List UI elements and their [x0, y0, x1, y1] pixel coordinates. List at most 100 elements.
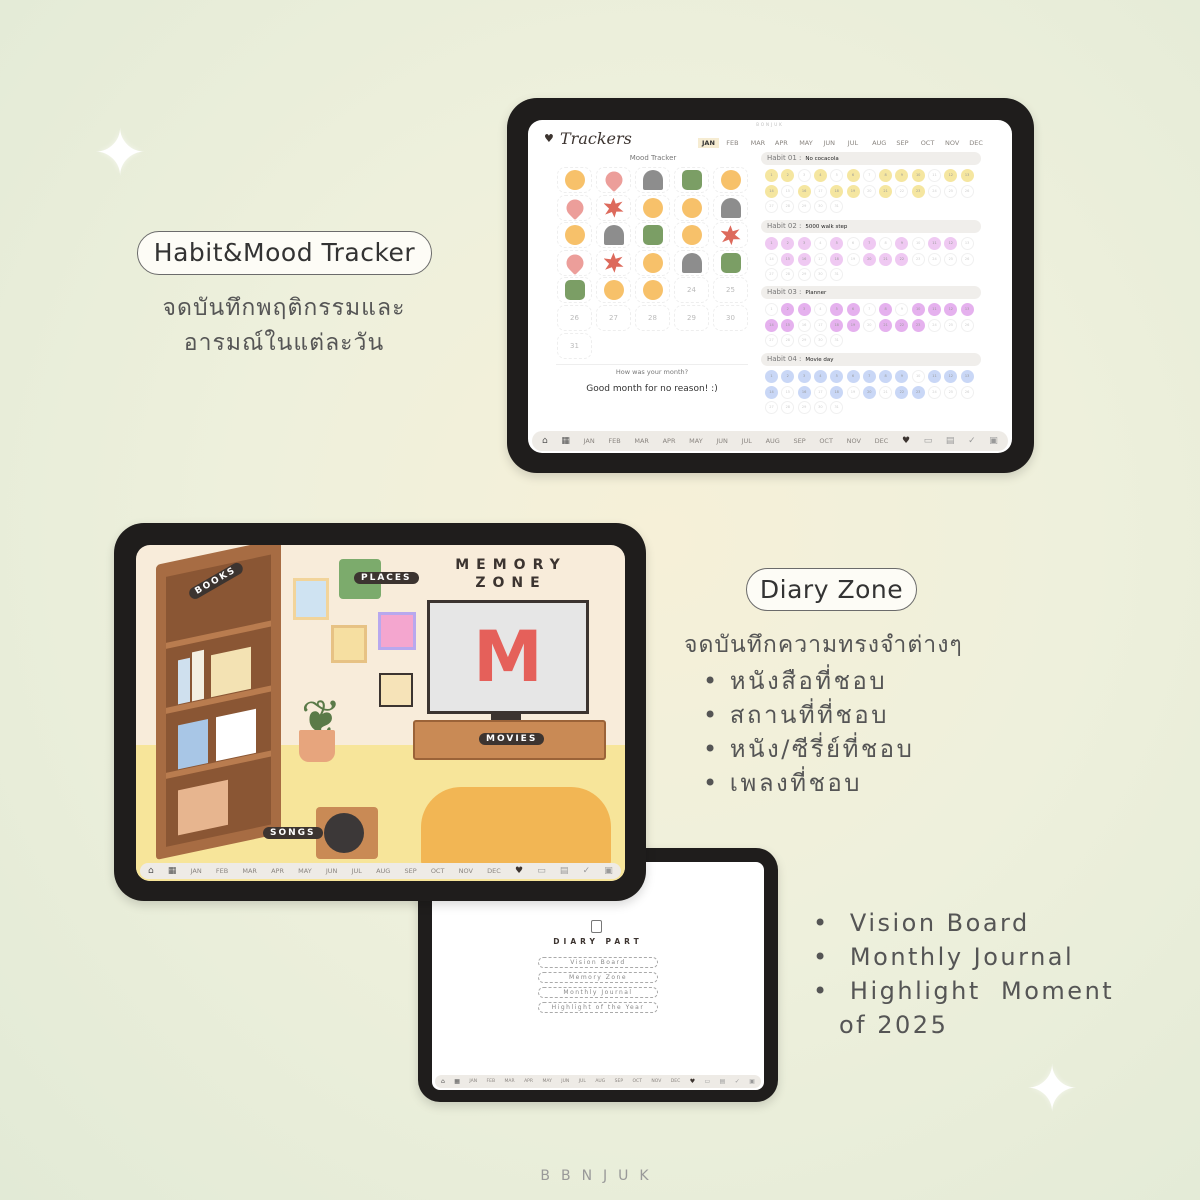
habit-1-day-15[interactable]: 15 — [781, 184, 795, 198]
habit-2-day-12[interactable]: 12 — [944, 237, 958, 250]
habit-2-day-6[interactable]: 6 — [846, 237, 860, 250]
habit-4-day-16[interactable]: 16 — [797, 385, 811, 399]
habit-4-day-24[interactable]: 24 — [928, 385, 941, 399]
habit-2-day-17[interactable]: 17 — [813, 252, 827, 266]
habit-4-day-26[interactable]: 26 — [960, 385, 974, 399]
nav-month-jun[interactable]: JUN — [326, 867, 338, 875]
record-player[interactable] — [316, 807, 378, 859]
habit-2-day-15[interactable]: 15 — [781, 252, 795, 266]
habit-3-day-13[interactable]: 13 — [960, 303, 974, 316]
habit-1-day-20[interactable]: 20 — [862, 184, 876, 198]
habit-3-day-22[interactable]: 22 — [895, 318, 909, 332]
notebook-icon[interactable]: ▣ — [749, 1078, 755, 1085]
heart-icon[interactable]: ♥ — [690, 1078, 695, 1085]
habit-4-day-11[interactable]: 11 — [928, 370, 941, 383]
mood-day-13[interactable] — [635, 222, 670, 249]
nav-month-nov[interactable]: NOV — [651, 1079, 661, 1084]
habit-4-day-6[interactable]: 6 — [846, 370, 860, 383]
songs-label[interactable]: SONGS — [263, 827, 323, 839]
list-icon[interactable]: ▤ — [560, 866, 569, 876]
habit-3-day-30[interactable]: 30 — [813, 334, 827, 347]
nav-month-may[interactable]: MAY — [689, 437, 703, 445]
habit-2-day-16[interactable]: 16 — [797, 252, 811, 266]
habit-1-day-23[interactable]: 23 — [911, 184, 925, 198]
habit-1-day-14[interactable]: 14 — [765, 184, 778, 198]
habit-4-day-28[interactable]: 28 — [781, 401, 795, 414]
nav-month-oct[interactable]: OCT — [633, 1079, 642, 1084]
habit-3-day-7[interactable]: 7 — [862, 303, 876, 316]
habit-4-day-27[interactable]: 27 — [765, 401, 778, 414]
habit-name[interactable]: 5000 walk step — [805, 224, 847, 230]
highlight-of-the-year-button[interactable]: Highlight of the Year — [538, 1002, 658, 1013]
habit-1-day-19[interactable]: 19 — [846, 184, 860, 198]
nav-month-feb[interactable]: FEB — [608, 437, 620, 445]
habit-4-day-3[interactable]: 3 — [797, 370, 811, 383]
mood-day-11[interactable] — [557, 222, 592, 249]
habit-4-day-1[interactable]: 1 — [765, 370, 778, 383]
nav-month-may[interactable]: MAY — [542, 1079, 551, 1084]
notebook-icon[interactable]: ▣ — [989, 436, 998, 446]
home-icon[interactable]: ⌂ — [542, 436, 548, 446]
nav-month-jul[interactable]: JUL — [352, 867, 362, 875]
habit-1-day-18[interactable]: 18 — [830, 184, 844, 198]
month-tab-dec[interactable]: DEC — [965, 138, 987, 148]
habit-1-day-9[interactable]: 9 — [895, 169, 909, 182]
habit-1-day-13[interactable]: 13 — [960, 169, 974, 182]
habit-3-day-17[interactable]: 17 — [813, 318, 827, 332]
habit-2-day-14[interactable]: 14 — [765, 252, 778, 266]
calendar-icon[interactable]: ▦ — [561, 436, 570, 446]
heart-icon[interactable]: ♥ — [902, 436, 910, 446]
check-icon[interactable]: ✓ — [735, 1078, 740, 1085]
habit-1-day-21[interactable]: 21 — [879, 184, 893, 198]
habit-2-day-7[interactable]: 7 — [862, 237, 876, 250]
habit-3-day-12[interactable]: 12 — [944, 303, 958, 316]
mood-day-20[interactable] — [713, 249, 748, 276]
habit-2-day-24[interactable]: 24 — [928, 252, 941, 266]
monthly-journal-button[interactable]: Monthly Journal — [538, 987, 658, 998]
habit-3-day-23[interactable]: 23 — [911, 318, 925, 332]
habit-2-day-22[interactable]: 22 — [895, 252, 909, 266]
habit-2-day-5[interactable]: 5 — [830, 237, 844, 250]
habit-1-day-4[interactable]: 4 — [813, 169, 827, 182]
month-tab-sep[interactable]: SEP — [892, 138, 912, 148]
mood-day-9[interactable] — [674, 194, 709, 221]
habit-3-day-19[interactable]: 19 — [846, 318, 860, 332]
nav-month-apr[interactable]: APR — [663, 437, 676, 445]
mood-day-3[interactable] — [635, 167, 670, 193]
nav-month-sep[interactable]: SEP — [404, 867, 416, 875]
mood-day-10[interactable] — [713, 194, 748, 221]
nav-month-aug[interactable]: AUG — [766, 437, 780, 445]
habit-3-day-1[interactable]: 1 — [765, 303, 778, 316]
vision-board-button[interactable]: Vision Board — [538, 957, 658, 968]
habit-1-day-25[interactable]: 25 — [944, 184, 958, 198]
nav-month-nov[interactable]: NOV — [847, 437, 861, 445]
wallet-icon[interactable]: ▭ — [924, 436, 933, 446]
habit-1-day-16[interactable]: 16 — [797, 184, 811, 198]
nav-month-sep[interactable]: SEP — [615, 1079, 623, 1084]
mood-day-27[interactable]: 27 — [596, 305, 631, 331]
nav-month-oct[interactable]: OCT — [819, 437, 833, 445]
list-icon[interactable]: ▤ — [720, 1078, 726, 1085]
habit-3-day-29[interactable]: 29 — [797, 334, 811, 347]
habit-4-day-18[interactable]: 18 — [830, 385, 844, 399]
habit-4-day-12[interactable]: 12 — [944, 370, 958, 383]
tomato-frame[interactable] — [331, 625, 367, 663]
nav-month-mar[interactable]: MAR — [505, 1079, 515, 1084]
mood-day-14[interactable] — [674, 222, 709, 249]
habit-1-day-27[interactable]: 27 — [765, 200, 778, 213]
habit-1-day-5[interactable]: 5 — [830, 169, 844, 182]
nav-month-feb[interactable]: FEB — [216, 867, 228, 875]
habit-2-day-21[interactable]: 21 — [879, 252, 893, 266]
habit-2-day-13[interactable]: 13 — [960, 237, 974, 250]
portrait-frame[interactable] — [379, 673, 413, 707]
habit-1-day-24[interactable]: 24 — [928, 184, 941, 198]
mood-day-24[interactable]: 24 — [674, 277, 709, 304]
habit-2-day-28[interactable]: 28 — [781, 268, 795, 281]
habit-4-day-31[interactable]: 31 — [830, 401, 844, 414]
habit-1-day-29[interactable]: 29 — [797, 200, 811, 213]
month-tab-jun[interactable]: JUN — [820, 138, 840, 148]
habit-3-day-4[interactable]: 4 — [813, 303, 827, 316]
habit-2-day-8[interactable]: 8 — [879, 237, 893, 250]
check-icon[interactable]: ✓ — [968, 436, 976, 446]
habit-3-day-9[interactable]: 9 — [895, 303, 909, 316]
